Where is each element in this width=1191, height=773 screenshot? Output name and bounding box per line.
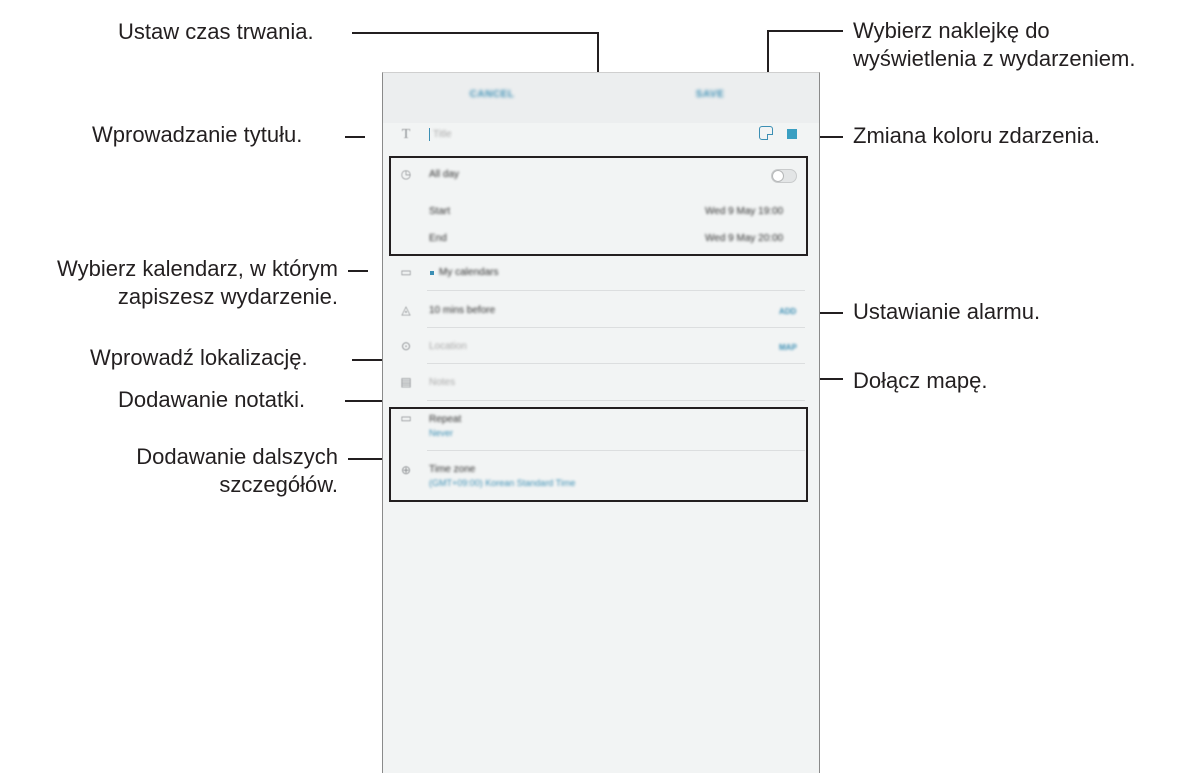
callout-sticker-line1: Wybierz naklejkę do [853,18,1050,43]
callout-title-input-line [345,136,365,138]
calendar-select[interactable]: My calendars [439,267,498,278]
repeat-value[interactable]: Never [429,428,453,438]
callout-sticker-line [767,30,843,32]
callout-calendar-line1: Wybierz kalendarz, w którym [57,256,338,281]
pin-icon: ⊙ [400,339,412,353]
divider [427,450,805,451]
bell-icon: ◬ [401,303,411,317]
event-color-button[interactable] [787,129,797,139]
start-value[interactable]: Wed 9 May 19:00 [705,206,783,217]
text-icon: T [401,127,411,142]
callout-calendar-line2: zapiszesz wydarzenie. [117,284,338,309]
callout-calendar: Wybierz kalendarz, w którym zapiszesz wy… [8,255,338,311]
timezone-value[interactable]: (GMT+09:00) Korean Standard Time [429,478,575,488]
divider [427,363,805,364]
callout-notes: Dodawanie notatki. [118,387,306,412]
all-day-toggle[interactable] [771,169,797,183]
callout-details: Dodawanie dalszych szczegółów. [8,443,338,499]
add-reminder-button[interactable]: ADD [779,307,796,316]
map-button[interactable]: MAP [779,343,797,352]
globe-icon: ⊕ [400,463,412,477]
callout-color: Zmiana koloru zdarzenia. [853,123,1101,148]
notes-input[interactable]: Notes [429,377,455,388]
callout-map: Dołącz mapę. [853,368,988,393]
callout-title-input: Wprowadzanie tytułu. [92,122,303,147]
timezone-label[interactable]: Time zone [429,464,475,475]
end-value[interactable]: Wed 9 May 20:00 [705,233,783,244]
end-label[interactable]: End [429,233,447,244]
divider [427,400,805,401]
callout-details-line1: Dodawanie dalszych [136,444,338,469]
callout-alarm: Ustawianie alarmu. [853,299,1041,324]
clock-icon: ◷ [400,167,412,181]
start-label[interactable]: Start [429,206,450,217]
repeat-label[interactable]: Repeat [429,414,461,425]
calendar-color-dot [430,271,434,275]
callout-calendar-line [348,270,368,272]
all-day-label: All day [429,169,460,180]
reminder-value[interactable]: 10 mins before [429,305,495,316]
title-input[interactable]: Title [433,129,452,140]
callout-duration: Ustaw czas trwania. [118,19,314,44]
callout-sticker-line2: wyświetlenia z wydarzeniem. [853,46,1136,71]
save-button[interactable]: SAVE [601,89,819,100]
cancel-button[interactable]: CANCEL [383,89,601,100]
calendar-icon: ▭ [400,265,412,279]
repeat-icon: ▭ [400,411,412,425]
event-editor-screen: CANCEL SAVE T Title ◷ All day Start Wed … [382,72,820,773]
notes-icon: ▤ [400,375,412,389]
title-cursor [429,128,430,141]
sticker-icon[interactable] [759,126,773,140]
callout-sticker: Wybierz naklejkę do wyświetlenia z wydar… [853,17,1135,73]
callout-location: Wprowadź lokalizację. [90,345,308,370]
callout-details-line2: szczegółów. [219,472,338,497]
divider [427,290,805,291]
callout-duration-line [352,32,599,34]
action-bar: CANCEL SAVE [383,73,819,123]
divider [427,327,805,328]
location-input[interactable]: Location [429,341,467,352]
